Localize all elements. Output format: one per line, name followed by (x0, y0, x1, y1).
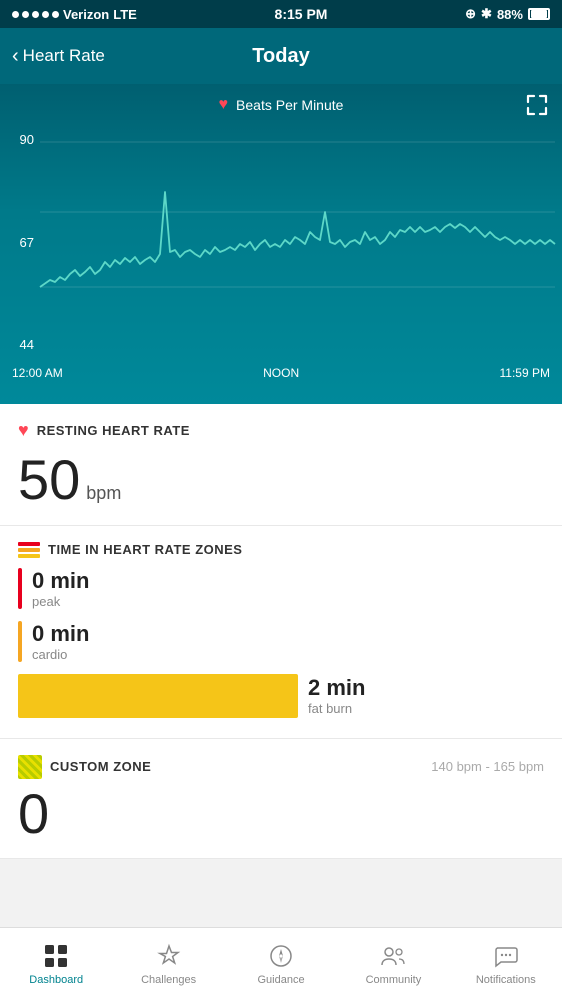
custom-zone-header: CUSTOM ZONE 140 bpm - 165 bpm (18, 755, 544, 779)
nav-header: ‹ Heart Rate Today (0, 28, 562, 84)
cardio-label: cardio (32, 647, 544, 662)
guidance-label: Guidance (257, 974, 304, 986)
back-chevron-icon: ‹ (12, 45, 19, 68)
status-time: 8:15 PM (275, 6, 328, 22)
community-label: Community (366, 974, 422, 986)
compass-icon (267, 942, 295, 970)
custom-zone-title: CUSTOM ZONE (50, 759, 151, 774)
resting-heart-rate-section: ♥ RESTING HEART RATE 50 bpm (0, 404, 562, 526)
resting-section-header: ♥ RESTING HEART RATE (18, 420, 544, 441)
cardio-value: 0 min (32, 621, 544, 647)
challenges-label: Challenges (141, 974, 196, 986)
custom-zone-section: CUSTOM ZONE 140 bpm - 165 bpm 0 (0, 739, 562, 860)
custom-zone-value: 0 (18, 783, 544, 845)
zones-title: TIME IN HEART RATE ZONES (48, 542, 242, 557)
nav-item-notifications[interactable]: Notifications (450, 942, 562, 986)
dashboard-label: Dashboard (29, 974, 83, 986)
x-label-noon: NOON (263, 366, 299, 380)
fat-burn-value: 2 min (308, 675, 365, 701)
status-carrier: Verizon LTE (12, 7, 137, 22)
heart-icon-red: ♥ (18, 420, 29, 441)
page-title: Today (252, 45, 309, 68)
people-icon (379, 942, 407, 970)
zone-fat-burn: 2 min fat burn (18, 674, 544, 718)
resting-value-row: 50 bpm (18, 449, 544, 511)
cardio-bar (18, 621, 22, 662)
resting-title: RESTING HEART RATE (37, 423, 190, 438)
chat-icon (492, 942, 520, 970)
bottom-nav: Dashboard Challenges Guidance (0, 927, 562, 999)
fat-burn-label: fat burn (308, 701, 365, 716)
heart-icon: ♥ (219, 96, 229, 114)
chart-container: ♥ Beats Per Minute 90 67 44 12:00 AM NOO… (0, 84, 562, 404)
peak-info: 0 min peak (32, 568, 544, 609)
status-bar: Verizon LTE 8:15 PM ⊕ ✱ 88% (0, 0, 562, 28)
chart-legend-label: Beats Per Minute (236, 97, 343, 113)
star-icon (155, 942, 183, 970)
heart-rate-chart: 90 67 44 (0, 122, 562, 362)
zone-peak: 0 min peak (18, 568, 544, 609)
expand-button[interactable] (526, 94, 548, 122)
nav-item-dashboard[interactable]: Dashboard (0, 942, 112, 986)
custom-zone-range: 140 bpm - 165 bpm (431, 759, 544, 774)
peak-label: peak (32, 594, 544, 609)
zones-icon (18, 542, 40, 558)
back-button[interactable]: ‹ Heart Rate (12, 45, 105, 68)
battery-level: 88% (497, 7, 523, 22)
back-label: Heart Rate (23, 46, 105, 66)
custom-zone-left: CUSTOM ZONE (18, 755, 151, 779)
notifications-label: Notifications (476, 974, 536, 986)
nav-item-guidance[interactable]: Guidance (225, 942, 337, 986)
x-label-night: 11:59 PM (500, 366, 550, 380)
zone-list: 0 min peak 0 min cardio 2 min fat burn (18, 568, 544, 718)
fat-burn-label-group: 2 min fat burn (308, 675, 365, 716)
resting-bpm-value: 50 (18, 448, 80, 511)
zones-section: TIME IN HEART RATE ZONES 0 min peak 0 mi… (0, 526, 562, 739)
zones-section-header: TIME IN HEART RATE ZONES (18, 542, 544, 558)
nav-item-challenges[interactable]: Challenges (112, 942, 224, 986)
main-content: ♥ RESTING HEART RATE 50 bpm TIME IN HEART… (0, 404, 562, 859)
fat-burn-bar (18, 674, 298, 718)
zone-cardio: 0 min cardio (18, 621, 544, 662)
chart-legend: ♥ Beats Per Minute (0, 84, 562, 122)
nav-item-community[interactable]: Community (337, 942, 449, 986)
chart-x-labels: 12:00 AM NOON 11:59 PM (0, 362, 562, 390)
resting-bpm-unit: bpm (86, 483, 121, 503)
custom-zone-icon (18, 755, 42, 779)
peak-bar (18, 568, 22, 609)
peak-value: 0 min (32, 568, 544, 594)
grid-icon (42, 942, 70, 970)
x-label-midnight: 12:00 AM (12, 366, 63, 380)
y-label-44: 44 (4, 337, 34, 352)
cardio-info: 0 min cardio (32, 621, 544, 662)
status-battery-area: ⊕ ✱ 88% (465, 6, 550, 22)
